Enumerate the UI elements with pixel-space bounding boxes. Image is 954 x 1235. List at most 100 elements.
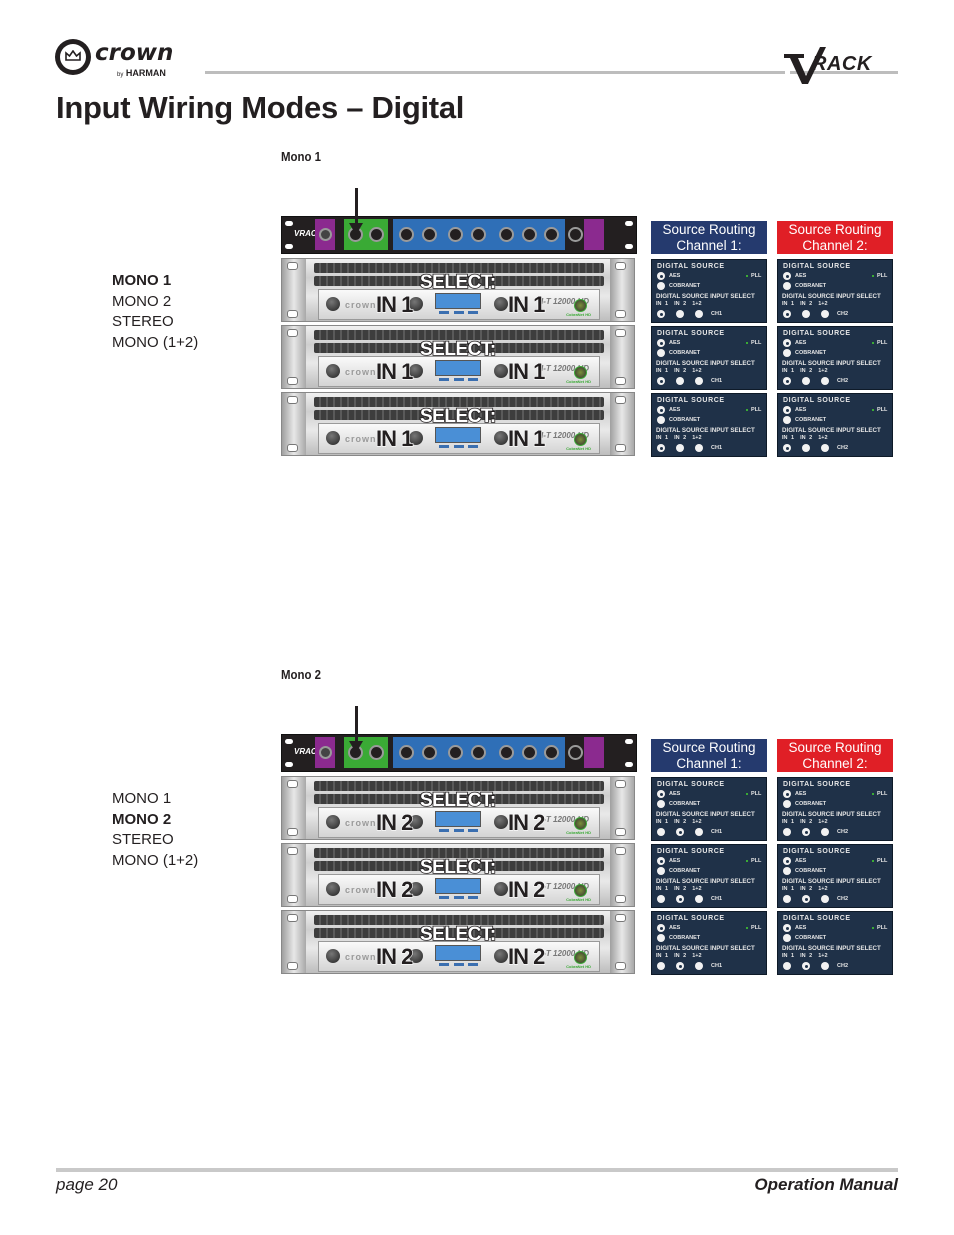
front-panel-button[interactable]: [468, 896, 478, 899]
xlr-connector[interactable]: [422, 745, 437, 760]
radio-input-in1[interactable]: [657, 310, 665, 318]
radio-input-in1-2[interactable]: [821, 828, 829, 836]
xlr-connector[interactable]: [522, 227, 537, 242]
xlr-connector[interactable]: [471, 227, 486, 242]
radio-aes[interactable]: [783, 790, 791, 798]
front-panel-button[interactable]: [468, 311, 478, 314]
radio-input-in2[interactable]: [802, 444, 810, 452]
xlr-connector[interactable]: [499, 227, 514, 242]
xlr-connector[interactable]: [319, 746, 332, 759]
radio-aes[interactable]: [657, 406, 665, 414]
front-panel-button[interactable]: [439, 445, 449, 448]
front-panel-button[interactable]: [468, 963, 478, 966]
radio-cobranet[interactable]: [783, 934, 791, 942]
front-panel-button[interactable]: [468, 445, 478, 448]
xlr-connector[interactable]: [448, 745, 463, 760]
radio-cobranet[interactable]: [783, 800, 791, 808]
radio-aes[interactable]: [657, 857, 665, 865]
radio-input-in2[interactable]: [802, 828, 810, 836]
radio-input-in2[interactable]: [676, 377, 684, 385]
radio-input-in2[interactable]: [802, 310, 810, 318]
radio-input-in1-2[interactable]: [821, 895, 829, 903]
volume-knob-1[interactable]: [326, 297, 340, 311]
radio-input-in1-2[interactable]: [695, 377, 703, 385]
power-button[interactable]: [574, 366, 587, 379]
radio-input-in1[interactable]: [657, 377, 665, 385]
volume-knob-1[interactable]: [326, 364, 340, 378]
radio-input-in1[interactable]: [783, 310, 791, 318]
xlr-connector[interactable]: [544, 745, 559, 760]
xlr-connector[interactable]: [422, 227, 437, 242]
front-panel-button[interactable]: [454, 445, 464, 448]
radio-input-in2[interactable]: [676, 828, 684, 836]
front-panel-button[interactable]: [468, 378, 478, 381]
radio-input-in2[interactable]: [676, 310, 684, 318]
front-panel-button[interactable]: [439, 896, 449, 899]
radio-input-in1-2[interactable]: [821, 962, 829, 970]
radio-cobranet[interactable]: [657, 282, 665, 290]
xlr-connector[interactable]: [568, 745, 583, 760]
front-panel-button[interactable]: [439, 378, 449, 381]
radio-aes[interactable]: [657, 790, 665, 798]
radio-cobranet[interactable]: [657, 867, 665, 875]
front-panel-button[interactable]: [454, 896, 464, 899]
xlr-connector[interactable]: [399, 745, 414, 760]
xlr-connector[interactable]: [448, 227, 463, 242]
xlr-connector[interactable]: [319, 228, 332, 241]
front-panel-button[interactable]: [439, 963, 449, 966]
level-knob-ch2[interactable]: [494, 431, 508, 445]
xlr-connector[interactable]: [369, 745, 384, 760]
radio-aes[interactable]: [783, 406, 791, 414]
radio-aes[interactable]: [657, 339, 665, 347]
level-knob-ch2[interactable]: [494, 364, 508, 378]
radio-input-in1-2[interactable]: [821, 310, 829, 318]
radio-cobranet[interactable]: [657, 800, 665, 808]
power-button[interactable]: [574, 433, 587, 446]
front-panel-button[interactable]: [439, 829, 449, 832]
radio-input-in1[interactable]: [783, 962, 791, 970]
front-panel-button[interactable]: [454, 311, 464, 314]
radio-input-in1[interactable]: [657, 828, 665, 836]
xlr-connector[interactable]: [499, 745, 514, 760]
radio-input-in2[interactable]: [676, 895, 684, 903]
xlr-connector[interactable]: [522, 745, 537, 760]
radio-input-in1[interactable]: [657, 962, 665, 970]
radio-input-in1[interactable]: [783, 444, 791, 452]
radio-input-in2[interactable]: [802, 895, 810, 903]
level-knob-ch2[interactable]: [494, 815, 508, 829]
radio-input-in1[interactable]: [783, 377, 791, 385]
level-knob-ch2[interactable]: [494, 949, 508, 963]
xlr-connector[interactable]: [544, 227, 559, 242]
radio-input-in1-2[interactable]: [695, 895, 703, 903]
radio-cobranet[interactable]: [783, 282, 791, 290]
radio-aes[interactable]: [783, 339, 791, 347]
front-panel-button[interactable]: [454, 378, 464, 381]
radio-input-in2[interactable]: [676, 444, 684, 452]
power-button[interactable]: [574, 299, 587, 312]
radio-aes[interactable]: [657, 272, 665, 280]
radio-aes[interactable]: [783, 857, 791, 865]
volume-knob-1[interactable]: [326, 815, 340, 829]
front-panel-button[interactable]: [454, 963, 464, 966]
radio-input-in1[interactable]: [783, 828, 791, 836]
radio-input-in2[interactable]: [802, 377, 810, 385]
volume-knob-1[interactable]: [326, 431, 340, 445]
radio-input-in1[interactable]: [657, 444, 665, 452]
radio-aes[interactable]: [657, 924, 665, 932]
xlr-connector[interactable]: [399, 227, 414, 242]
front-panel-button[interactable]: [454, 829, 464, 832]
radio-cobranet[interactable]: [783, 867, 791, 875]
front-panel-button[interactable]: [439, 311, 449, 314]
radio-input-in1[interactable]: [783, 895, 791, 903]
radio-cobranet[interactable]: [657, 934, 665, 942]
power-button[interactable]: [574, 817, 587, 830]
radio-input-in1-2[interactable]: [695, 962, 703, 970]
volume-knob-1[interactable]: [326, 882, 340, 896]
xlr-connector[interactable]: [471, 745, 486, 760]
radio-cobranet[interactable]: [657, 349, 665, 357]
radio-input-in1[interactable]: [657, 895, 665, 903]
xlr-connector[interactable]: [369, 227, 384, 242]
radio-input-in1-2[interactable]: [695, 828, 703, 836]
radio-aes[interactable]: [783, 272, 791, 280]
radio-input-in1-2[interactable]: [695, 310, 703, 318]
